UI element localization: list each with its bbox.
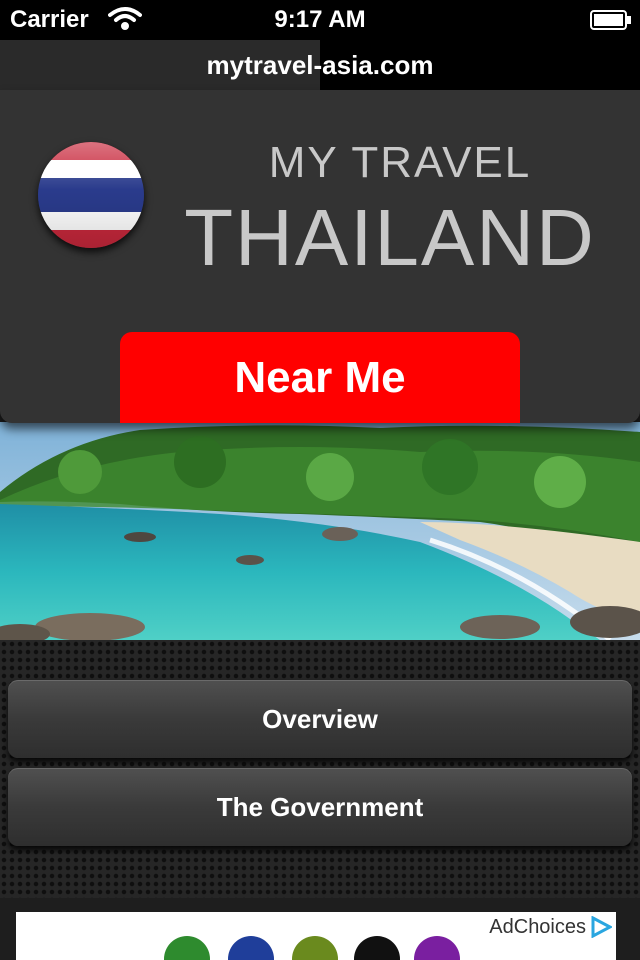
clock: 9:17 AM — [274, 6, 366, 33]
adchoices-icon[interactable] — [590, 915, 614, 943]
adchoices-label[interactable]: AdChoices — [489, 916, 586, 939]
battery-icon — [590, 10, 632, 35]
near-me-button[interactable]: Near Me — [120, 332, 520, 423]
overview-button[interactable]: Overview — [8, 680, 632, 758]
ad-olive-circle-icon — [292, 936, 338, 960]
app-title-small: MY TRAVEL — [268, 138, 532, 187]
status-bar: Carrier 9:17 AM — [0, 0, 640, 40]
site-url: mytravel-asia.com — [206, 50, 434, 80]
ad-purple-circle-icon — [414, 936, 460, 960]
app-title-country: THAILAND — [184, 193, 596, 282]
ad-black-circle-icon — [354, 936, 400, 960]
header-panel: MY TRAVEL THAILAND Near Me — [0, 90, 640, 423]
ad-banner[interactable]: AdChoices — [16, 912, 616, 960]
url-bar: mytravel-asia.com — [0, 40, 640, 90]
government-button[interactable]: The Government — [8, 768, 632, 846]
menu-area: Overview The Government — [0, 640, 640, 898]
thailand-flag-icon — [38, 142, 144, 248]
ad-blue-circle-icon — [228, 936, 274, 960]
ad-green-circle-icon — [164, 936, 210, 960]
beach-hero-image — [0, 422, 640, 640]
